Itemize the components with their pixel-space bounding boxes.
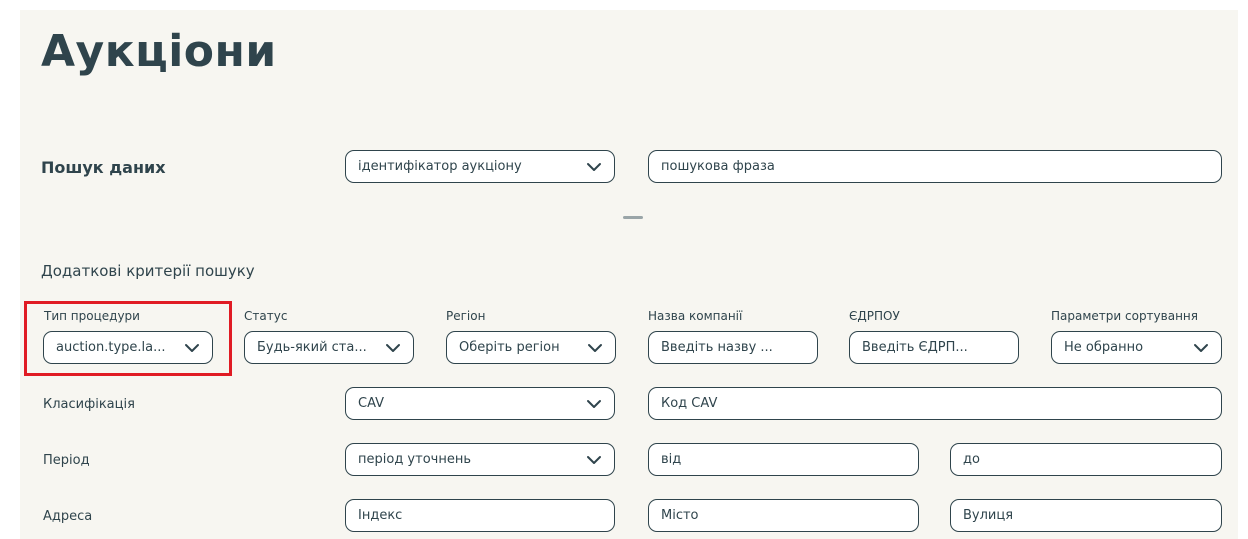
chevron-down-icon <box>587 399 601 408</box>
search-type-select[interactable]: ідентифікатор аукціону <box>345 150 615 183</box>
classification-value: CAV <box>358 396 385 411</box>
period-value: період уточнень <box>358 452 471 467</box>
search-query-input[interactable]: пошукова фраза <box>648 150 1222 183</box>
period-to-input[interactable]: до <box>950 443 1222 476</box>
search-section-label: Пошук даних <box>41 158 166 177</box>
chevron-down-icon <box>588 343 602 352</box>
status-value: Будь-який ста... <box>257 340 367 355</box>
status-select[interactable]: Будь-який ста... <box>244 331 414 364</box>
period-to-placeholder: до <box>963 452 980 467</box>
sort-params-select[interactable]: Не обранно <box>1051 331 1222 364</box>
chevron-down-icon <box>386 343 400 352</box>
edrpou-placeholder: Введіть ЄДРП... <box>862 340 968 355</box>
search-type-value: ідентифікатор аукціону <box>358 159 522 174</box>
region-value: Оберіть регіон <box>459 340 560 355</box>
region-label: Регіон <box>446 309 486 323</box>
postal-index-input[interactable]: Індекс <box>345 499 615 532</box>
page-title: Аукціони <box>41 26 277 77</box>
chevron-down-icon <box>587 455 601 464</box>
search-query-placeholder: пошукова фраза <box>661 159 775 174</box>
chevron-down-icon <box>587 162 601 171</box>
collapse-handle[interactable] <box>623 216 643 219</box>
street-placeholder: Вулиця <box>963 508 1014 523</box>
classification-select[interactable]: CAV <box>345 387 615 420</box>
period-from-input[interactable]: від <box>648 443 919 476</box>
period-select[interactable]: період уточнень <box>345 443 615 476</box>
cav-code-input[interactable]: Код CAV <box>648 387 1222 420</box>
sort-params-value: Не обранно <box>1064 340 1144 355</box>
chevron-down-icon <box>1194 343 1208 352</box>
additional-section-label: Додаткові критерії пошуку <box>41 262 255 280</box>
company-name-label: Назва компанії <box>648 309 743 323</box>
classification-label: Класифікація <box>43 397 135 412</box>
city-input[interactable]: Місто <box>648 499 919 532</box>
company-name-placeholder: Введіть назву ... <box>661 340 773 355</box>
sort-params-label: Параметри сортування <box>1051 309 1198 323</box>
procedure-type-highlight <box>24 301 232 376</box>
region-select[interactable]: Оберіть регіон <box>446 331 616 364</box>
postal-index-placeholder: Індекс <box>358 508 403 523</box>
period-label: Період <box>43 453 90 468</box>
status-label: Статус <box>244 309 288 323</box>
city-placeholder: Місто <box>661 508 699 523</box>
address-label: Адреса <box>43 509 93 524</box>
street-input[interactable]: Вулиця <box>950 499 1222 532</box>
company-name-input[interactable]: Введіть назву ... <box>648 331 818 364</box>
period-from-placeholder: від <box>661 452 682 467</box>
edrpou-input[interactable]: Введіть ЄДРП... <box>849 331 1019 364</box>
cav-code-placeholder: Код CAV <box>661 396 718 411</box>
edrpou-label: ЄДРПОУ <box>849 309 900 323</box>
